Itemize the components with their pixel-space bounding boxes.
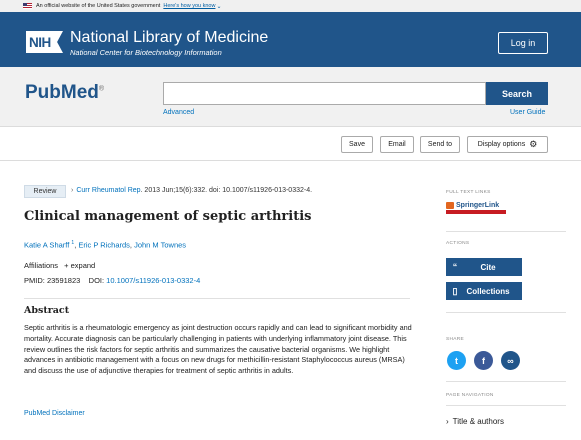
nav-item-title-authors[interactable]: › Title & authors <box>446 417 504 426</box>
pubmed-logo[interactable]: PubMed® <box>25 82 104 104</box>
affiliations-label: Affiliations <box>24 261 59 270</box>
heres-how-link[interactable]: Here's how you know <box>163 3 215 9</box>
pmid-value: 23591823 <box>46 276 81 285</box>
abstract-divider <box>24 298 410 299</box>
expand-toggle[interactable]: expand <box>71 261 96 270</box>
author-list: Katie A Sharff 1, Eric P Richards, John … <box>24 240 186 250</box>
cite-label: Cite <box>480 262 496 272</box>
page-navigation-label: PAGE NAVIGATION <box>446 393 494 398</box>
pubmed-disclaimer-link[interactable]: PubMed Disclaimer <box>24 410 85 417</box>
login-button[interactable]: Log in <box>498 32 548 54</box>
springer-horse-icon <box>446 202 454 209</box>
journal-link[interactable]: Curr Rheumatol Rep <box>76 187 140 194</box>
gov-banner-text: An official website of the United States… <box>36 3 161 9</box>
pmid-label: PMID: <box>24 276 45 285</box>
us-flag-icon <box>23 3 32 9</box>
search-input[interactable] <box>163 82 486 105</box>
sidebar-divider <box>446 405 566 406</box>
doi-label: DOI: <box>88 276 105 285</box>
quote-icon: “ <box>452 262 458 272</box>
ncbi-subtitle: National Center for Biotechnology Inform… <box>70 48 222 57</box>
citation-details: . 2013 Jun;15(6):332. doi: 10.1007/s1192… <box>140 187 313 194</box>
nih-header: NIH National Library of Medicine Nationa… <box>0 12 581 67</box>
sidebar-divider <box>446 381 566 382</box>
gear-icon: ⚙ <box>529 139 538 149</box>
author-link[interactable]: John M Townes <box>134 241 186 250</box>
share-label: SHARE <box>446 337 465 342</box>
facebook-icon[interactable]: f <box>474 351 493 370</box>
send-to-button[interactable]: Send to <box>420 136 460 153</box>
page-title: Clinical management of septic arthritis <box>24 209 312 224</box>
springerlink-full-text-link[interactable]: SpringerLink <box>446 202 506 217</box>
toolbar-divider <box>0 160 581 161</box>
nih-logo[interactable]: NIH <box>26 31 63 53</box>
sidebar-divider <box>446 231 566 232</box>
doi-link[interactable]: 10.1007/s11926-013-0332-4 <box>106 276 200 285</box>
actions-label: ACTIONS <box>446 241 470 246</box>
save-button[interactable]: Save <box>341 136 373 153</box>
springer-label: SpringerLink <box>456 202 500 209</box>
affiliations-row: Affiliations + expand <box>24 261 95 270</box>
sidebar-divider <box>446 312 566 313</box>
gov-banner: An official website of the United States… <box>0 0 581 12</box>
nav-item-label: Title & authors <box>452 417 504 426</box>
author-link[interactable]: Eric P Richards <box>78 241 130 250</box>
twitter-icon[interactable]: t <box>447 351 466 370</box>
registered-mark: ® <box>98 85 105 93</box>
springer-bar <box>446 210 506 214</box>
plus-icon[interactable]: + <box>64 261 68 270</box>
search-bar-area: PubMed® Search Advanced User Guide <box>0 67 581 127</box>
identifiers-row: PMID: 23591823 DOI: 10.1007/s11926-013-0… <box>24 276 200 285</box>
abstract-text: Septic arthritis is a rheumatologic emer… <box>24 323 412 376</box>
nlm-title[interactable]: National Library of Medicine <box>70 29 268 46</box>
display-options-label: Display options <box>477 141 526 148</box>
link-icon[interactable]: ∞ <box>501 351 520 370</box>
author-link[interactable]: Katie A Sharff <box>24 241 69 250</box>
pubmed-logo-text: PubMed <box>25 82 99 103</box>
display-options-button[interactable]: Display options ⚙ <box>467 136 548 153</box>
bookmark-icon: ▯ <box>452 285 458 296</box>
citation-line: › Curr Rheumatol Rep. 2013 Jun;15(6):332.… <box>71 187 312 194</box>
email-button[interactable]: Email <box>380 136 414 153</box>
cite-button[interactable]: “ Cite <box>446 258 522 276</box>
user-guide-link[interactable]: User Guide <box>510 109 545 116</box>
chevron-down-icon[interactable]: ⌄ <box>216 3 221 10</box>
collections-label: Collections <box>466 286 510 296</box>
advanced-search-link[interactable]: Advanced <box>163 109 194 116</box>
search-button[interactable]: Search <box>486 82 548 105</box>
full-text-links-label: FULL TEXT LINKS <box>446 190 491 195</box>
collections-button[interactable]: ▯ Collections <box>446 282 522 300</box>
chevron-right-icon[interactable]: › <box>71 187 73 194</box>
chevron-right-icon: › <box>446 417 449 426</box>
article-type-badge: Review <box>24 185 66 198</box>
abstract-heading: Abstract <box>24 305 70 316</box>
